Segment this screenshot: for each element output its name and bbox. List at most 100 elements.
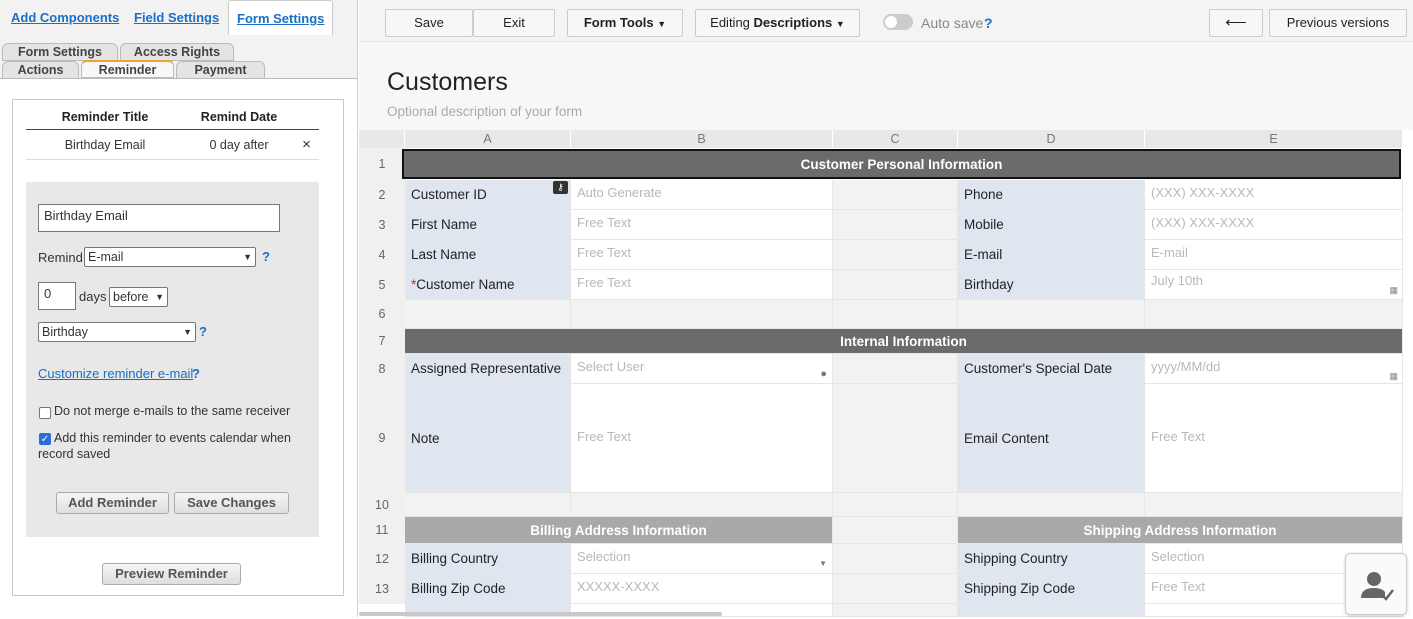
empty-cell[interactable]: [833, 354, 958, 384]
column-header-c[interactable]: C: [833, 130, 958, 148]
reminder-editor: Birthday Email Remind E-mail ▼ ? 0 days …: [26, 182, 319, 537]
label-partial[interactable]: [958, 604, 1145, 617]
input-note[interactable]: Free Text: [571, 384, 833, 493]
no-merge-checkbox[interactable]: [39, 407, 51, 419]
input-customer-id[interactable]: Auto Generate: [571, 180, 833, 210]
reminder-row[interactable]: Birthday Email 0 day after ×: [26, 130, 319, 160]
column-header-b[interactable]: B: [571, 130, 833, 148]
empty-cell[interactable]: [833, 240, 958, 270]
user-check-button[interactable]: [1345, 553, 1407, 615]
save-button[interactable]: Save: [385, 9, 473, 37]
empty-cell[interactable]: [833, 604, 958, 617]
select-arrow-icon: ▼: [243, 252, 252, 262]
empty-cell[interactable]: [833, 270, 958, 300]
subtab-form-settings[interactable]: Form Settings: [2, 43, 118, 61]
label-phone[interactable]: Phone: [958, 180, 1145, 210]
subtab-actions[interactable]: Actions: [2, 61, 79, 79]
date-field-select[interactable]: Birthday ▼: [38, 322, 196, 342]
label-note[interactable]: Note: [405, 384, 571, 493]
customize-email-link[interactable]: Customize reminder e-mail: [38, 366, 193, 381]
input-phone[interactable]: (XXX) XXX-XXXX: [1145, 180, 1403, 210]
save-changes-button[interactable]: Save Changes: [174, 492, 289, 514]
auto-save-help-icon[interactable]: ?: [984, 15, 993, 31]
input-special-date[interactable]: yyyy/MM/dd ▦: [1145, 354, 1403, 384]
column-header-d[interactable]: D: [958, 130, 1145, 148]
tab-add-components[interactable]: Add Components: [11, 0, 119, 35]
reminder-title-input[interactable]: Birthday Email: [38, 204, 280, 232]
auto-save-toggle[interactable]: [883, 14, 913, 30]
when-select[interactable]: before ▼: [109, 287, 168, 307]
empty-cell[interactable]: [958, 493, 1145, 517]
previous-versions-button[interactable]: Previous versions: [1269, 9, 1407, 37]
section-header-internal[interactable]: Internal Information: [405, 329, 1403, 354]
empty-cell[interactable]: [833, 210, 958, 240]
label-customer-id[interactable]: Customer ID ⚷: [405, 180, 571, 210]
empty-cell[interactable]: [833, 180, 958, 210]
column-header-e[interactable]: E: [1145, 130, 1403, 148]
when-value: before: [113, 290, 149, 304]
empty-cell[interactable]: [833, 384, 958, 493]
empty-cell[interactable]: [833, 493, 958, 517]
label-customer-name[interactable]: *Customer Name: [405, 270, 571, 300]
form-tools-dropdown[interactable]: Form Tools ▼: [567, 9, 683, 37]
subtab-payment[interactable]: Payment: [176, 61, 265, 79]
label-shipping-zip[interactable]: Shipping Zip Code: [958, 574, 1145, 604]
days-input[interactable]: 0: [38, 282, 76, 310]
section-header-billing[interactable]: Billing Address Information: [405, 517, 833, 544]
subtab-reminder[interactable]: Reminder: [81, 60, 174, 78]
form-description[interactable]: Optional description of your form: [387, 104, 582, 119]
label-email-content[interactable]: Email Content: [958, 384, 1145, 493]
input-birthday[interactable]: July 10th ▦: [1145, 270, 1403, 300]
input-mobile[interactable]: (XXX) XXX-XXXX: [1145, 210, 1403, 240]
input-first-name[interactable]: Free Text: [571, 210, 833, 240]
input-customer-name[interactable]: Free Text: [571, 270, 833, 300]
label-mobile[interactable]: Mobile: [958, 210, 1145, 240]
column-header-a[interactable]: A: [405, 130, 571, 148]
horizontal-scrollbar[interactable]: [359, 612, 722, 616]
input-email[interactable]: E-mail: [1145, 240, 1403, 270]
exit-button[interactable]: Exit: [473, 9, 555, 37]
date-field-help-icon[interactable]: ?: [199, 324, 207, 339]
empty-cell[interactable]: [833, 544, 958, 574]
label-birthday[interactable]: Birthday: [958, 270, 1145, 300]
label-shipping-country[interactable]: Shipping Country: [958, 544, 1145, 574]
back-arrow-button[interactable]: ⟵: [1209, 9, 1263, 37]
empty-cell[interactable]: [571, 300, 833, 329]
remind-help-icon[interactable]: ?: [262, 249, 270, 264]
empty-cell[interactable]: [958, 300, 1145, 329]
remove-reminder-icon[interactable]: ×: [294, 130, 319, 159]
input-assigned-representative[interactable]: Select User ●: [571, 354, 833, 384]
empty-cell[interactable]: [405, 300, 571, 329]
editing-mode-dropdown[interactable]: Editing Descriptions ▼: [695, 9, 860, 37]
section-header-shipping[interactable]: Shipping Address Information: [958, 517, 1403, 544]
input-billing-zip[interactable]: XXXXX-XXXX: [571, 574, 833, 604]
remind-type-select[interactable]: E-mail ▼: [84, 247, 256, 267]
tab-field-settings[interactable]: Field Settings: [134, 0, 219, 35]
label-billing-country[interactable]: Billing Country: [405, 544, 571, 574]
input-last-name[interactable]: Free Text: [571, 240, 833, 270]
section-header-personal[interactable]: Customer Personal Information: [402, 149, 1401, 179]
form-title[interactable]: Customers: [387, 68, 508, 97]
subtab-access-rights[interactable]: Access Rights: [120, 43, 234, 61]
add-reminder-button[interactable]: Add Reminder: [56, 492, 169, 514]
label-billing-zip[interactable]: Billing Zip Code: [405, 574, 571, 604]
select-arrow-icon: ▼: [155, 292, 164, 302]
customize-help-icon[interactable]: ?: [192, 366, 200, 381]
empty-cell[interactable]: [1145, 493, 1403, 517]
empty-cell[interactable]: [405, 493, 571, 517]
empty-cell[interactable]: [1145, 300, 1403, 329]
label-assigned-representative[interactable]: Assigned Representative: [405, 354, 571, 384]
empty-cell[interactable]: [833, 574, 958, 604]
label-special-date[interactable]: Customer's Special Date: [958, 354, 1145, 384]
empty-cell[interactable]: [571, 493, 833, 517]
label-first-name[interactable]: First Name: [405, 210, 571, 240]
input-billing-country[interactable]: Selection ▼: [571, 544, 833, 574]
input-email-content[interactable]: Free Text: [1145, 384, 1403, 493]
date-field-value: Birthday: [42, 325, 88, 339]
label-last-name[interactable]: Last Name: [405, 240, 571, 270]
preview-reminder-button[interactable]: Preview Reminder: [102, 563, 241, 585]
tab-form-settings[interactable]: Form Settings: [228, 0, 334, 35]
empty-cell[interactable]: [833, 300, 958, 329]
empty-cell[interactable]: [833, 517, 958, 544]
label-email[interactable]: E-mail: [958, 240, 1145, 270]
